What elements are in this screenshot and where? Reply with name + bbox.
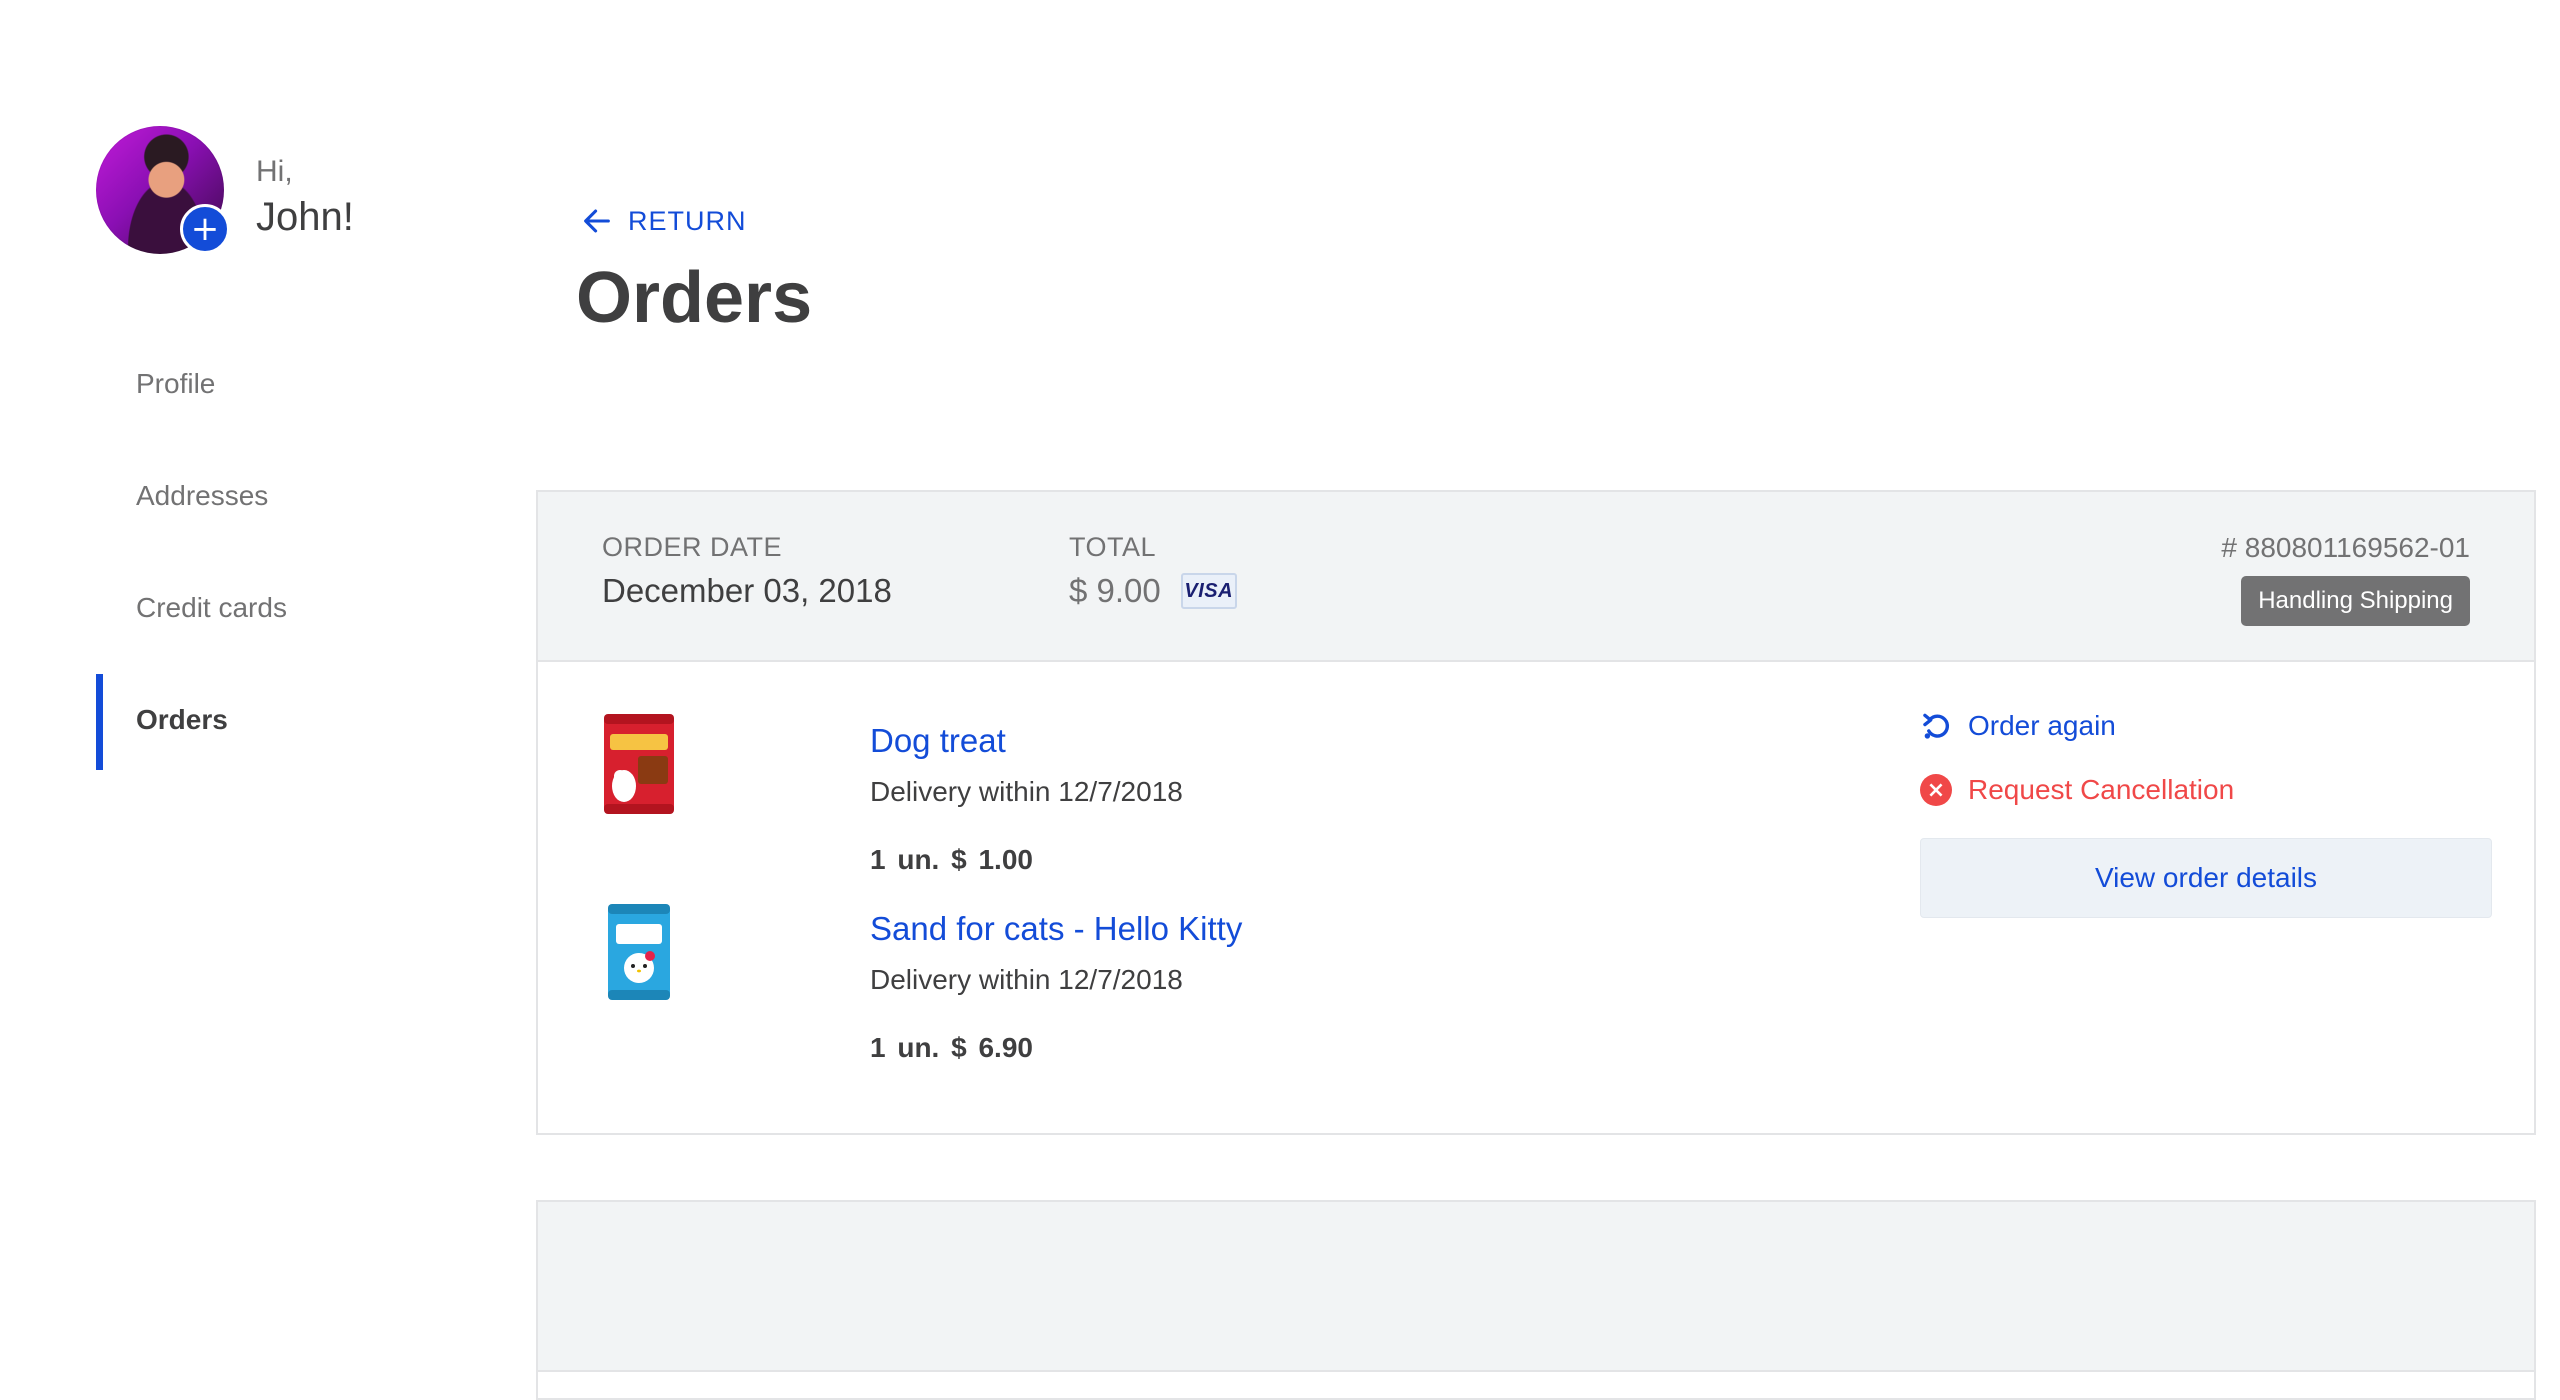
account-sidebar: + Hi, John! Profile Addresses Credit car…: [0, 0, 500, 1248]
view-order-details-button[interactable]: View order details: [1920, 838, 2492, 918]
avatar[interactable]: +: [96, 126, 230, 254]
product-name[interactable]: Sand for cats - Hello Kitty: [870, 910, 1242, 948]
order-date: December 03, 2018: [602, 572, 892, 609]
order-actions: Order again × Request Cancellation View …: [1920, 706, 2492, 918]
reorder-icon: [1923, 713, 1949, 739]
order-header: [538, 1202, 2534, 1372]
sidebar-item-addresses[interactable]: Addresses: [96, 440, 456, 552]
order-total: $ 9.00 VISA: [1069, 572, 1237, 610]
order-card: ORDER DATE December 03, 2018 TOTAL $ 9.0…: [536, 490, 2536, 1135]
arrow-left-icon: [584, 209, 610, 233]
order-total-label: TOTAL: [1069, 532, 1157, 562]
order-again-button[interactable]: Order again: [1920, 706, 2492, 746]
product-delivery: Delivery within 12/7/2018: [870, 776, 1183, 807]
order-total-value: $ 9.00: [1069, 572, 1161, 609]
dog-treat-product-image[interactable]: [602, 712, 676, 816]
greeting-text: Hi, John!: [256, 152, 354, 242]
cat-sand-product-image[interactable]: [602, 900, 676, 1004]
return-label: RETURN: [628, 205, 747, 236]
product-quantity-price: 1 un. $ 6.90: [870, 1032, 1033, 1063]
order-card: [536, 1200, 2536, 1400]
main-content: RETURN Orders ORDER DATE December 03, 20…: [536, 0, 2536, 1400]
list-item: Dog treat Delivery within 12/7/2018 1 un…: [602, 708, 1702, 888]
request-cancellation-label: Request Cancellation: [1968, 774, 2235, 805]
status-badge: Handling Shipping: [2241, 576, 2470, 626]
page-title: Orders: [576, 258, 813, 338]
order-number: # 880801169562-01: [2221, 532, 2470, 563]
greeting-hi: Hi,: [256, 155, 293, 188]
account-nav: Profile Addresses Credit cards Orders: [96, 328, 456, 776]
order-date-label: ORDER DATE: [602, 532, 783, 562]
cancel-icon: ×: [1920, 774, 1952, 806]
sidebar-item-orders[interactable]: Orders: [96, 664, 456, 776]
visa-card-icon: VISA: [1180, 573, 1237, 609]
add-photo-icon[interactable]: +: [180, 204, 230, 254]
user-greeting: + Hi, John!: [96, 126, 354, 254]
return-link[interactable]: RETURN: [580, 204, 747, 238]
product-delivery: Delivery within 12/7/2018: [870, 964, 1183, 995]
product-name[interactable]: Dog treat: [870, 722, 1006, 760]
list-item: Sand for cats - Hello Kitty Delivery wit…: [602, 896, 1702, 1076]
order-body: Dog treat Delivery within 12/7/2018 1 un…: [538, 662, 2534, 1135]
product-quantity-price: 1 un. $ 1.00: [870, 844, 1033, 875]
order-again-label: Order again: [1968, 710, 2116, 741]
sidebar-item-profile[interactable]: Profile: [96, 328, 456, 440]
order-header: ORDER DATE December 03, 2018 TOTAL $ 9.0…: [538, 492, 2534, 662]
request-cancellation-button[interactable]: × Request Cancellation: [1920, 770, 2492, 810]
greeting-name: John!: [256, 195, 354, 239]
sidebar-item-credit-cards[interactable]: Credit cards: [96, 552, 456, 664]
